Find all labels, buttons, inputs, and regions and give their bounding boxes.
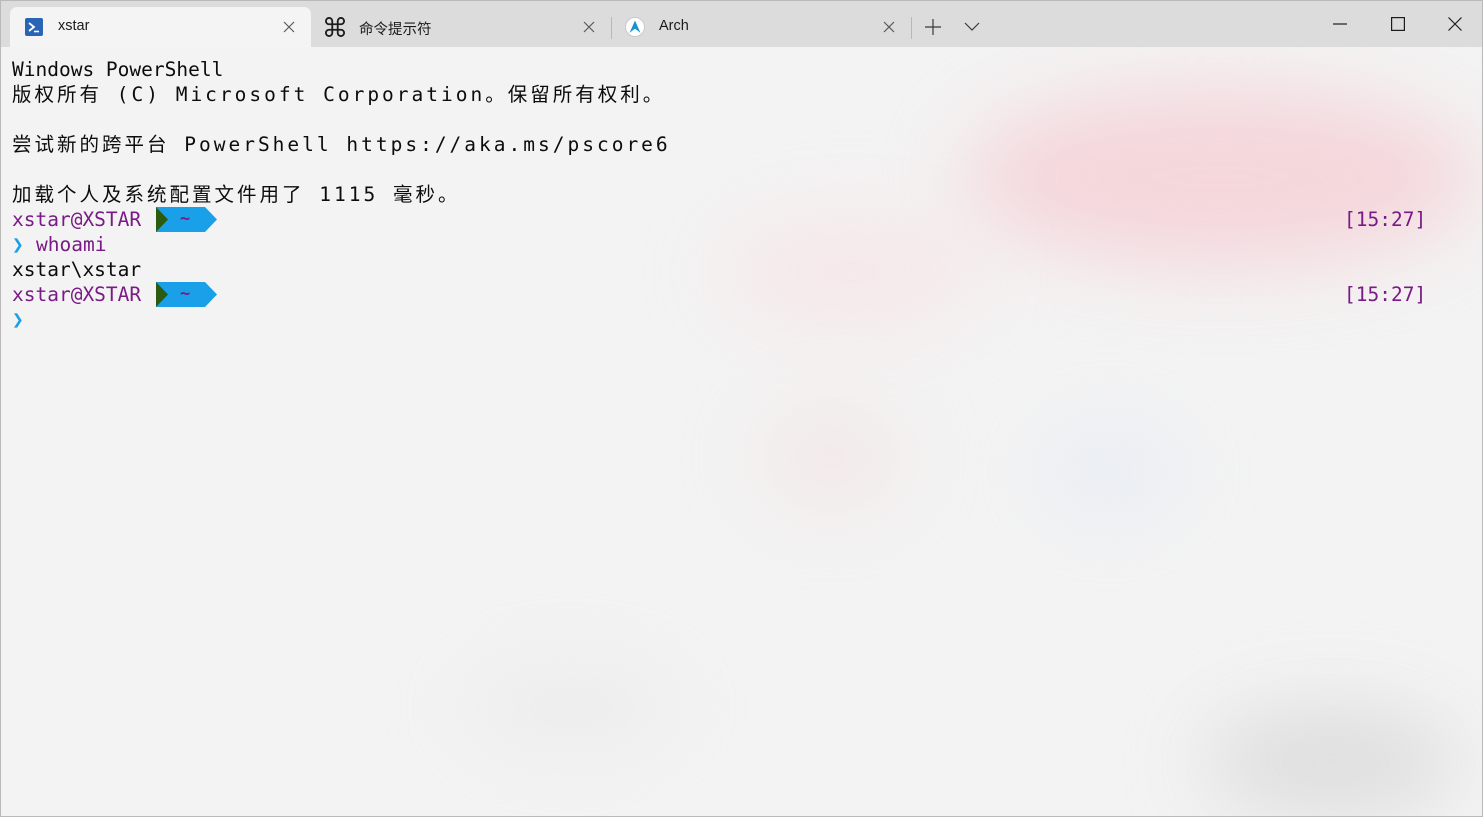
plus-icon: [925, 19, 941, 35]
background-blur: [761, 407, 901, 507]
prompt-time: [15:27]: [1344, 208, 1427, 231]
prompt-time: [15:27]: [1344, 283, 1427, 306]
command-key-icon: [325, 17, 345, 37]
tab-xstar[interactable]: xstar: [10, 7, 311, 47]
background-blur: [961, 87, 1481, 267]
maximize-icon: [1391, 17, 1405, 31]
prompt-symbol: ❯: [12, 308, 24, 331]
prompt-user-host: xstar@XSTAR: [12, 208, 142, 231]
terminal-line: 尝试新的跨平台 PowerShell https://aka.ms/pscore…: [12, 133, 671, 156]
minimize-icon: [1333, 23, 1347, 25]
terminal-line: Windows PowerShell: [12, 58, 224, 81]
background-blur: [1041, 427, 1181, 517]
prompt-path-segment: ~: [156, 207, 218, 232]
command-output: xstar\xstar: [12, 258, 142, 281]
close-icon[interactable]: [579, 17, 599, 37]
terminal-line: 加载个人及系统配置文件用了 1115 毫秒。: [12, 183, 461, 206]
chevron-down-icon: [964, 22, 980, 31]
powershell-icon: [24, 17, 44, 37]
close-icon[interactable]: [279, 17, 299, 37]
prompt-path: ~: [180, 284, 191, 304]
close-window-button[interactable]: [1426, 1, 1482, 47]
close-icon[interactable]: [879, 17, 899, 37]
tab-bar: xstar 命令提示符 Arch: [1, 1, 1482, 47]
tab-label: xstar: [58, 18, 90, 34]
terminal-line: 版权所有 (C) Microsoft Corporation。保留所有权利。: [12, 83, 666, 106]
background-blur: [461, 667, 681, 747]
prompt-symbol: ❯: [12, 233, 24, 256]
tab-divider: [911, 17, 912, 39]
background-blur: [721, 217, 981, 327]
prompt-command: whoami: [36, 233, 107, 256]
tab-command-prompt[interactable]: 命令提示符: [311, 7, 611, 47]
terminal-output[interactable]: Windows PowerShell 版权所有 (C) Microsoft Co…: [1, 47, 1482, 816]
prompt-path: ~: [180, 209, 191, 229]
minimize-button[interactable]: [1311, 1, 1369, 47]
prompt-path-segment: ~: [156, 282, 218, 307]
new-tab-button[interactable]: [919, 13, 947, 41]
close-icon: [1448, 17, 1462, 31]
background-blur: [1201, 707, 1461, 816]
arch-linux-icon: [625, 17, 645, 37]
tab-label: 命令提示符: [359, 22, 432, 38]
tab-label: Arch: [659, 18, 689, 34]
tab-arch[interactable]: Arch: [611, 7, 911, 47]
maximize-button[interactable]: [1369, 1, 1427, 47]
tab-dropdown-button[interactable]: [958, 13, 986, 41]
terminal-window: xstar 命令提示符 Arch Windows PowerShell 版权所有…: [0, 0, 1483, 817]
prompt-user-host: xstar@XSTAR: [12, 283, 142, 306]
